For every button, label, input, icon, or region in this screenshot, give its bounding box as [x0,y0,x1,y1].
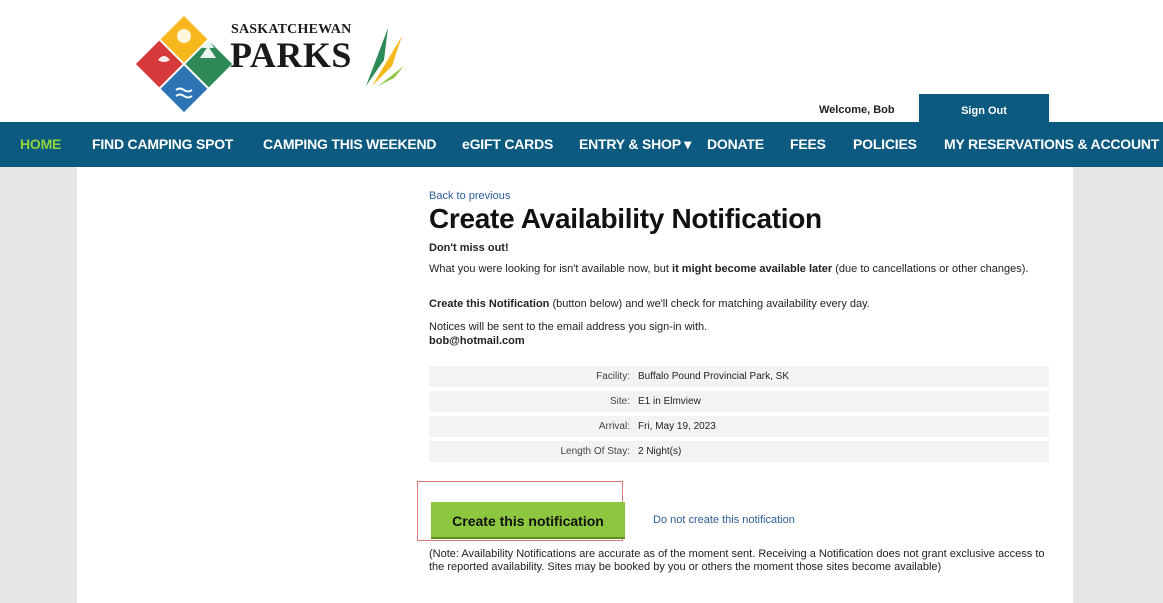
sign-out-button[interactable]: Sign Out [919,94,1049,122]
detail-label: Length Of Stay: [560,446,631,457]
main-nav: HOME FIND CAMPING SPOT CAMPING THIS WEEK… [0,122,1163,167]
detail-label: Site: [609,396,630,407]
nav-item-home[interactable]: HOME [20,122,61,167]
detail-label: Facility: [596,371,630,382]
do-not-create-link[interactable]: Do not create this notification [653,514,795,526]
intro-text: What you were looking for isn't availabl… [429,263,1039,276]
nav-item-fees[interactable]: FEES [790,122,826,167]
welcome-text: Welcome, Bob [819,104,895,116]
dont-miss-text: Don't miss out! [429,242,509,254]
nav-item-policies[interactable]: POLICIES [853,122,917,167]
intro-part-3: (due to cancellations or other changes). [832,263,1029,275]
nav-item-egift-cards[interactable]: eGIFT CARDS [462,122,553,167]
detail-value: 2 Night(s) [638,446,682,457]
nav-item-my-reservations-account[interactable]: MY RESERVATIONS & ACCOUNT [944,122,1159,167]
detail-row-arrival: Arrival: Fri, May 19, 2023 [429,416,1049,437]
reservation-details: Facility: Buffalo Pound Provincial Park,… [429,366,1049,466]
detail-value: Buffalo Pound Provincial Park, SK [638,371,790,382]
intro-part-1: What you were looking for isn't availabl… [429,263,673,275]
site-header: SASKATCHEWAN PARKS Welcome, Bob Sign Out [0,0,1163,122]
detail-row-length-of-stay: Length Of Stay: 2 Night(s) [429,441,1049,462]
notices-text: Notices will be sent to the email addres… [429,321,708,333]
saskatchewan-parks-logo[interactable]: SASKATCHEWAN PARKS [135,14,416,114]
create-explainer-rest: (button below) and we'll check for match… [549,298,870,310]
nav-item-camping-this-weekend[interactable]: CAMPING THIS WEEKEND [263,122,437,167]
logo-line2: PARKS [230,35,352,75]
detail-value: E1 in Elmview [638,396,701,407]
back-to-previous-link[interactable]: Back to previous [429,190,510,202]
create-notification-button[interactable]: Create this notification [431,502,625,539]
logo-diamonds-icon [135,15,233,113]
nav-item-donate[interactable]: DONATE [707,122,764,167]
wheat-swoosh-icon [366,28,404,86]
nav-item-find-camping-spot[interactable]: FIND CAMPING SPOT [92,122,233,167]
user-email: bob@hotmail.com [429,335,525,347]
page-title: Create Availability Notification [429,203,822,234]
create-explainer-text: Create this Notification (button below) … [429,298,870,311]
detail-value: Fri, May 19, 2023 [638,421,716,432]
nav-item-entry-shop[interactable]: ENTRY & SHOP ▾ [579,122,691,167]
detail-row-facility: Facility: Buffalo Pound Provincial Park,… [429,366,1049,387]
create-explainer-bold: Create this Notification [429,298,550,310]
availability-note: (Note: Availability Notifications are ac… [429,548,1045,573]
intro-part-2: it might become available later [672,263,833,275]
detail-row-site: Site: E1 in Elmview [429,391,1049,412]
detail-label: Arrival: [598,421,630,432]
